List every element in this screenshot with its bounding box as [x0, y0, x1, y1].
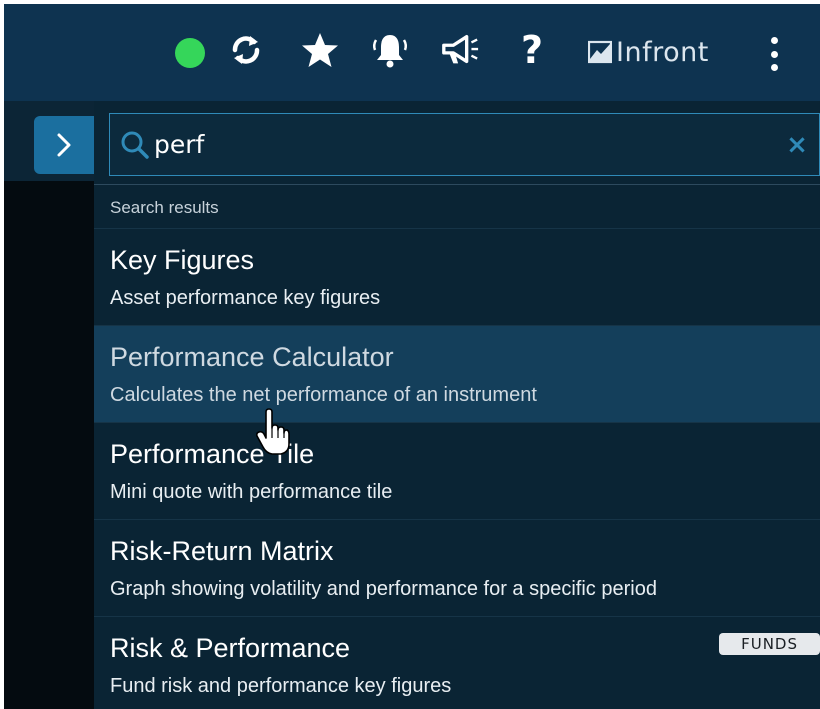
bell-icon[interactable] — [370, 30, 410, 70]
search-box[interactable]: × — [109, 113, 820, 176]
brand-logo[interactable]: Infront — [588, 34, 709, 70]
result-item-performance-tile[interactable]: Performance Tile Mini quote with perform… — [94, 422, 820, 519]
result-title: Key Figures — [110, 245, 255, 275]
help-icon[interactable]: ? — [512, 28, 552, 72]
result-description: Graph showing volatility and performance… — [110, 578, 657, 600]
chevron-right-icon — [57, 133, 71, 157]
top-toolbar: ? Infront — [4, 4, 820, 101]
result-item-risk-return-matrix[interactable]: Risk-Return Matrix Graph showing volatil… — [94, 519, 820, 616]
clear-search-button[interactable]: × — [777, 125, 817, 165]
results-heading: Search results — [110, 198, 219, 217]
result-description: Calculates the net performance of an ins… — [110, 384, 537, 406]
refresh-icon[interactable] — [226, 30, 266, 70]
hand-pointer-icon — [256, 408, 290, 455]
result-title: Risk & Performance — [110, 633, 351, 663]
result-description: Mini quote with performance tile — [110, 481, 393, 503]
result-title: Performance Calculator — [110, 342, 394, 372]
result-item-risk-performance[interactable]: Risk & Performance Fund risk and perform… — [94, 616, 820, 709]
app-frame: ? Infront × Search results — [4, 4, 820, 709]
result-description: Asset performance key figures — [110, 287, 381, 309]
divider — [94, 184, 820, 185]
brand-label: Infront — [616, 36, 709, 68]
megaphone-icon[interactable] — [440, 30, 480, 70]
result-title: Risk-Return Matrix — [110, 536, 334, 566]
search-input[interactable] — [152, 114, 777, 175]
sidebar-body — [4, 181, 94, 709]
sidebar-toggle-button[interactable] — [34, 116, 94, 174]
result-item-performance-calculator[interactable]: Performance Calculator Calculates the ne… — [94, 325, 820, 422]
more-menu-icon[interactable] — [764, 34, 784, 74]
star-icon[interactable] — [300, 30, 340, 70]
result-description: Fund risk and performance key figures — [110, 675, 452, 697]
funds-badge: FUNDS — [719, 633, 820, 655]
result-item-key-figures[interactable]: Key Figures Asset performance key figure… — [94, 228, 820, 325]
search-icon — [118, 128, 152, 162]
status-online-icon[interactable] — [175, 38, 205, 68]
chart-logo-icon — [588, 40, 612, 64]
